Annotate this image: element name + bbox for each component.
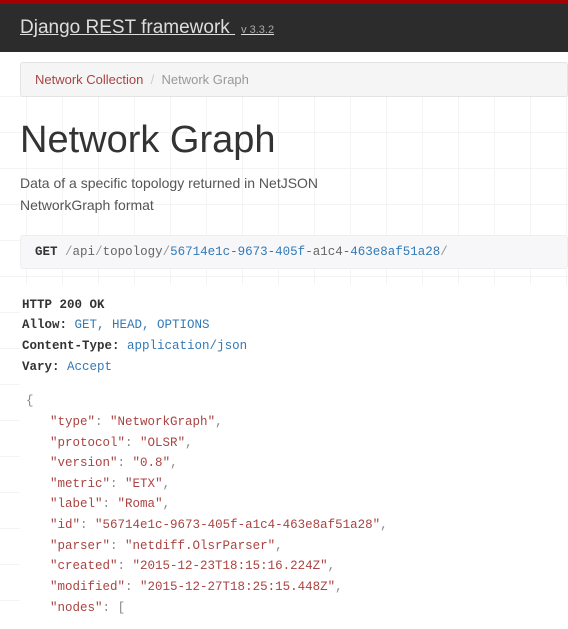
vary-value: Accept [67, 360, 112, 374]
http-method: GET [35, 245, 58, 259]
response-block: HTTP 200 OK Allow: GET, HEAD, OPTIONS Co… [20, 285, 568, 628]
breadcrumb-sep: / [151, 72, 155, 87]
request-line: GET /api/topology/56714e1c-9673-405f-a1c… [20, 235, 568, 269]
uuid-seg: 56714e1c [170, 245, 230, 259]
breadcrumb: Network Collection / Network Graph [20, 62, 568, 97]
top-nav: Django REST framework v 3.3.2 [0, 4, 568, 52]
page-description: Data of a specific topology returned in … [20, 172, 320, 217]
main-content: Network Collection / Network Graph Netwo… [0, 62, 568, 628]
json-body: { "type": "NetworkGraph", "protocol": "O… [22, 391, 566, 618]
ctype-label: Content-Type: [22, 339, 120, 353]
allow-value: GET, HEAD, OPTIONS [75, 318, 210, 332]
breadcrumb-parent[interactable]: Network Collection [35, 72, 143, 87]
status-line: HTTP 200 OK [22, 298, 105, 312]
ctype-value: application/json [127, 339, 247, 353]
brand-link[interactable]: Django REST framework v 3.3.2 [20, 17, 274, 39]
allow-label: Allow: [22, 318, 67, 332]
vary-label: Vary: [22, 360, 60, 374]
brand-version: v 3.3.2 [241, 24, 274, 36]
page-title: Network Graph [20, 119, 568, 162]
brand-text: Django REST framework [20, 17, 230, 38]
breadcrumb-current: Network Graph [161, 72, 248, 87]
